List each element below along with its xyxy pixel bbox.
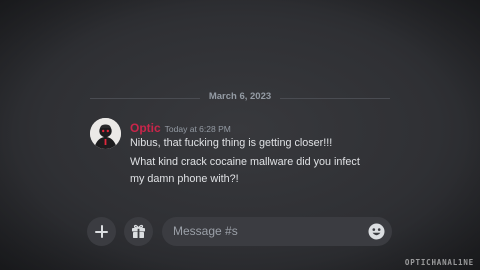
date-divider: March 6, 2023	[90, 89, 390, 107]
chat-message: Optic Today at 6:28 PM Nibus, that fuckin…	[90, 117, 390, 197]
message-text-line: my damn phone with?!	[130, 173, 239, 185]
username[interactable]: Optic	[130, 121, 161, 135]
message-timestamp: Today at 6:28 PM	[164, 124, 231, 134]
message-text-line: Nibus, that fucking thing is getting clo…	[130, 137, 333, 149]
masked-figure-avatar-icon	[90, 118, 121, 149]
message-header: Optic Today at 6:28 PM	[130, 119, 231, 137]
date-divider-label: March 6, 2023	[208, 91, 272, 102]
watermark-text: OPTICHANAL1NE	[404, 258, 474, 267]
message-input-placeholder: Message #s	[173, 224, 238, 238]
emoji-smile-icon[interactable]	[368, 223, 385, 240]
user-avatar[interactable]	[90, 118, 121, 149]
message-text-line: What kind crack cocaine mallware did you…	[130, 156, 360, 168]
message-input[interactable]: Message #s	[162, 217, 392, 246]
attach-plus-button[interactable]	[87, 217, 116, 246]
gift-button[interactable]	[124, 217, 153, 246]
plus-icon-bar	[95, 230, 108, 233]
divider-line-right	[280, 98, 390, 99]
gift-icon	[132, 224, 145, 238]
